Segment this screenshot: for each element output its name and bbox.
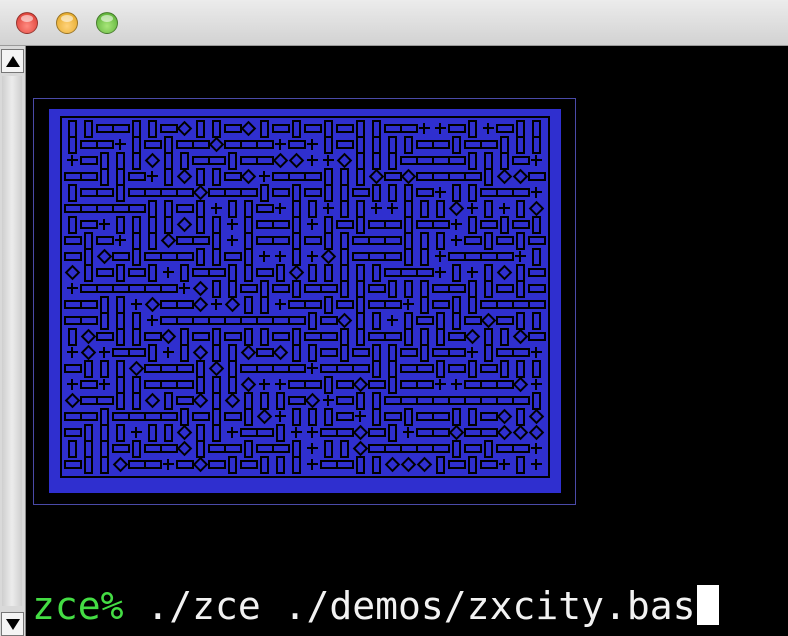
emulator-screen — [49, 109, 561, 493]
close-window-button[interactable] — [16, 12, 38, 34]
scroll-track[interactable] — [2, 76, 22, 606]
scroll-up-button[interactable] — [1, 49, 24, 73]
zoom-window-button[interactable] — [96, 12, 118, 34]
window-titlebar — [0, 0, 788, 46]
emulator-border — [33, 98, 576, 505]
terminal-area[interactable]: zce% ./zce ./demos/zxcity.bas — [26, 46, 788, 636]
minimize-window-button[interactable] — [56, 12, 78, 34]
vertical-scrollbar[interactable] — [0, 46, 26, 636]
triangle-down-icon — [5, 618, 20, 630]
shell-prompt: zce% — [32, 584, 124, 628]
scroll-down-button[interactable] — [1, 612, 24, 636]
text-cursor — [697, 585, 720, 625]
triangle-up-icon — [5, 55, 20, 67]
city-maze-graphic — [60, 116, 550, 478]
command-line[interactable]: zce% ./zce ./demos/zxcity.bas — [32, 582, 720, 630]
shell-command: ./zce ./demos/zxcity.bas — [123, 584, 696, 628]
